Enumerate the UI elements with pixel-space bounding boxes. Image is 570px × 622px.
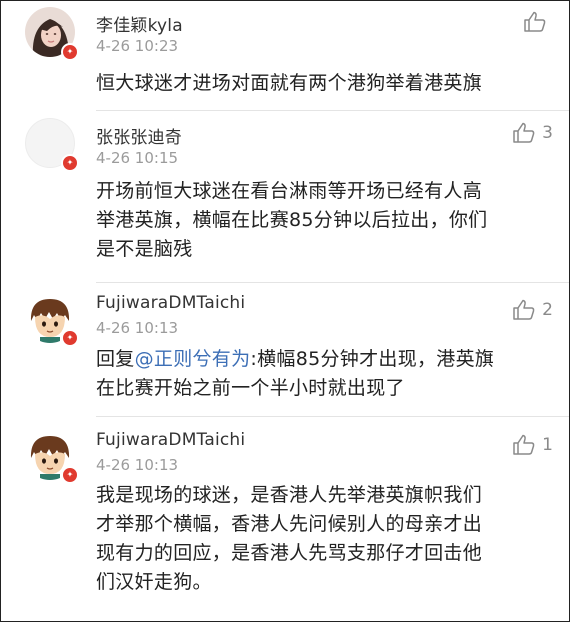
like-button[interactable] [523,10,553,34]
comment-line: 恒大球迷才进场对面就有两个港狗举着港英旗 [96,72,483,94]
comment-line: 是不是脑残 [96,238,193,260]
reply-prefix: 回复 [96,348,135,370]
comment-line: 们汉奸走狗。 [96,571,212,593]
avatar[interactable]: ✦ [25,118,79,172]
flag-badge-icon: ✦ [61,329,79,347]
timestamp: 4-26 10:15 [96,149,179,167]
reply-text: :横幅85分钟才出现，港英旗 [250,348,495,370]
comment-line: 举港英旗，横幅在比赛85分钟以后拉出，你们 [96,209,488,231]
comment-line: 才举那个横幅，香港人先问候别人的母亲才出 [96,513,483,535]
comment-text: 开场前恒大球迷在看台淋雨等开场已经有人高 举港英旗，横幅在比赛85分钟以后拉出，… [96,177,551,264]
mention-link[interactable]: @正则兮有为 [135,348,251,370]
timestamp: 4-26 10:23 [96,37,179,55]
thumbs-up-icon [513,434,535,455]
like-count: 1 [542,435,553,455]
comment-line: 现有力的回应，是香港人先骂支那仔才回击他 [96,542,483,564]
username[interactable]: FujiwaraDMTaichi [96,430,245,450]
flag-badge-icon: ✦ [61,43,79,61]
divider [96,110,569,111]
avatar[interactable]: ✦ [25,430,79,484]
comment-line: 在比赛开始之前一个半小时就出现了 [96,377,405,399]
thumbs-up-icon [524,11,546,32]
flag-badge-icon: ✦ [61,154,79,172]
like-count: 2 [542,300,553,320]
divider [96,282,569,283]
username[interactable]: 张张张迪奇 [96,123,182,148]
comment-line: 我是现场的球迷，是香港人先举港英旗帜我们 [96,484,483,506]
timestamp: 4-26 10:13 [96,319,179,337]
avatar[interactable]: ✦ [25,293,79,347]
comment-text: 恒大球迷才进场对面就有两个港狗举着港英旗 [96,69,551,98]
timestamp: 4-26 10:13 [96,456,179,474]
like-button[interactable]: 1 [512,433,553,457]
divider [96,416,569,417]
like-count: 3 [542,123,553,143]
comment-line: 开场前恒大球迷在看台淋雨等开场已经有人高 [96,180,483,202]
username[interactable]: FujiwaraDMTaichi [96,293,245,313]
like-button[interactable]: 3 [512,121,553,145]
like-button[interactable]: 2 [512,298,553,322]
thumbs-up-icon [513,299,535,320]
comment-text: 回复@正则兮有为:横幅85分钟才出现，港英旗 在比赛开始之前一个半小时就出现了 [96,345,551,403]
comment-list: ✦ 李佳颖kyla 4-26 10:23 恒大球迷才进场对面就有两个港狗举着港英… [0,0,570,622]
username[interactable]: 李佳颖kyla [96,11,183,36]
avatar[interactable]: ✦ [25,7,79,61]
flag-badge-icon: ✦ [61,466,79,484]
comment-text: 我是现场的球迷，是香港人先举港英旗帜我们 才举那个横幅，香港人先问候别人的母亲才… [96,481,551,597]
reply-line: 回复@正则兮有为:横幅85分钟才出现，港英旗 [96,345,551,374]
thumbs-up-icon [513,122,535,143]
